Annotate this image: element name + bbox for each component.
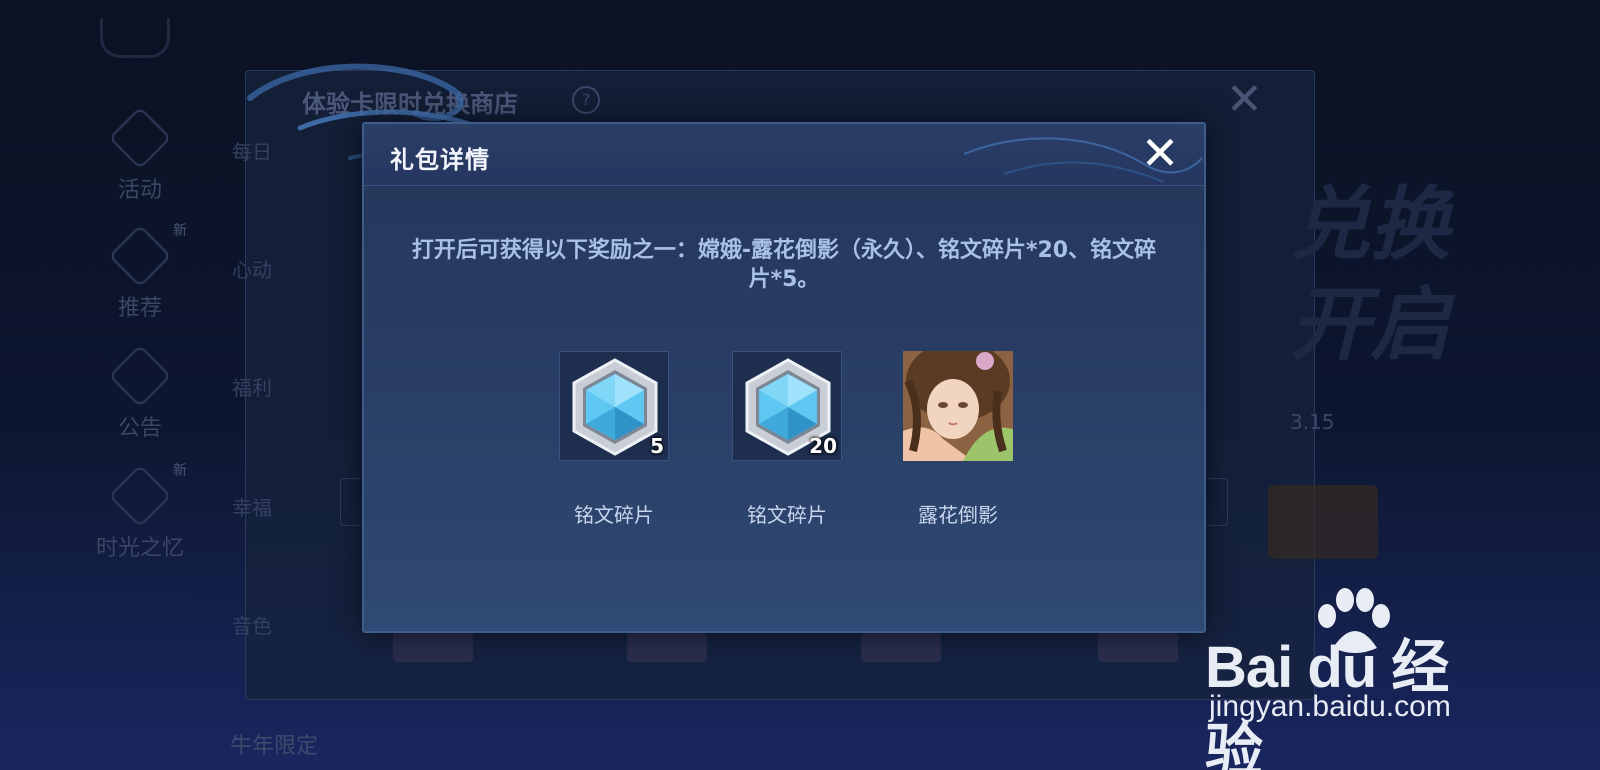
reward-item[interactable]: 露花倒影 bbox=[903, 351, 1013, 528]
back-arrow-icon[interactable] bbox=[100, 18, 170, 58]
skin-thumb[interactable] bbox=[393, 632, 473, 662]
date-text: 3.15 bbox=[1290, 410, 1335, 434]
baidu-jingyan-watermark: Bai du 经验 jingyan.baidu.com bbox=[1205, 586, 1495, 770]
item-frame: 20 bbox=[732, 351, 842, 461]
item-quantity: 5 bbox=[650, 434, 664, 458]
reward-item[interactable]: 5 铭文碎片 bbox=[559, 351, 669, 528]
flame-icon bbox=[108, 224, 172, 288]
dialog-title: 礼包详情 bbox=[390, 146, 490, 174]
item-name: 铭文碎片 bbox=[747, 503, 827, 527]
shop-close-icon[interactable]: ✕ bbox=[1226, 78, 1263, 122]
row-label: 每日 bbox=[232, 140, 272, 164]
clock-icon bbox=[108, 464, 172, 528]
reward-description: 打开后可获得以下奖励之一：嫦娥-露花倒影（永久）、铭文碎片*20、铭文碎片*5。 bbox=[411, 238, 1157, 292]
banner-text: 开启 bbox=[1290, 278, 1450, 371]
skin-portrait bbox=[903, 351, 1013, 461]
section-label: 牛年限定 bbox=[230, 734, 319, 759]
gift-details-dialog: 礼包详情 ✕ 打开后可获得以下奖励之一：嫦娥-露花倒影（永久）、铭文碎片*20、… bbox=[362, 122, 1206, 633]
skin-thumb[interactable] bbox=[1098, 632, 1178, 662]
row-label: 福利 bbox=[232, 376, 272, 400]
gift-icon bbox=[108, 106, 172, 170]
dialog-header: 礼包详情 ✕ bbox=[364, 124, 1204, 186]
side-item-recommend[interactable]: 新 推荐 bbox=[85, 223, 195, 322]
reward-item[interactable]: 20 铭文碎片 bbox=[732, 351, 842, 528]
new-badge: 新 bbox=[173, 463, 187, 479]
chang-e-portrait-icon bbox=[903, 351, 1013, 461]
item-name: 铭文碎片 bbox=[574, 503, 654, 527]
item-frame: 5 bbox=[559, 351, 669, 461]
row-label: 幸福 bbox=[232, 496, 272, 520]
row-label: 心动 bbox=[232, 258, 272, 282]
exchange-button[interactable] bbox=[1268, 485, 1378, 559]
item-quantity: 20 bbox=[809, 434, 837, 458]
row-label: 音色 bbox=[232, 614, 272, 638]
side-item-activity[interactable]: 活动 bbox=[85, 106, 195, 204]
skin-thumb[interactable] bbox=[627, 632, 707, 662]
reward-items: 5 铭文碎片 20 铭文碎片 露花倒影 bbox=[559, 351, 1019, 531]
close-icon[interactable]: ✕ bbox=[1138, 130, 1182, 176]
side-item-notice[interactable]: 公告 bbox=[85, 344, 195, 442]
new-badge: 新 bbox=[173, 223, 187, 239]
banner-text: 兑换 bbox=[1290, 178, 1450, 271]
shop-title: 体验卡限时兑换商店 bbox=[302, 90, 518, 118]
skin-thumb[interactable] bbox=[861, 632, 941, 662]
notice-icon bbox=[108, 344, 172, 408]
item-name: 露花倒影 bbox=[918, 503, 998, 527]
side-item-memory[interactable]: 新 时光之忆 bbox=[85, 463, 195, 562]
watermark-url: jingyan.baidu.com bbox=[1209, 690, 1451, 723]
